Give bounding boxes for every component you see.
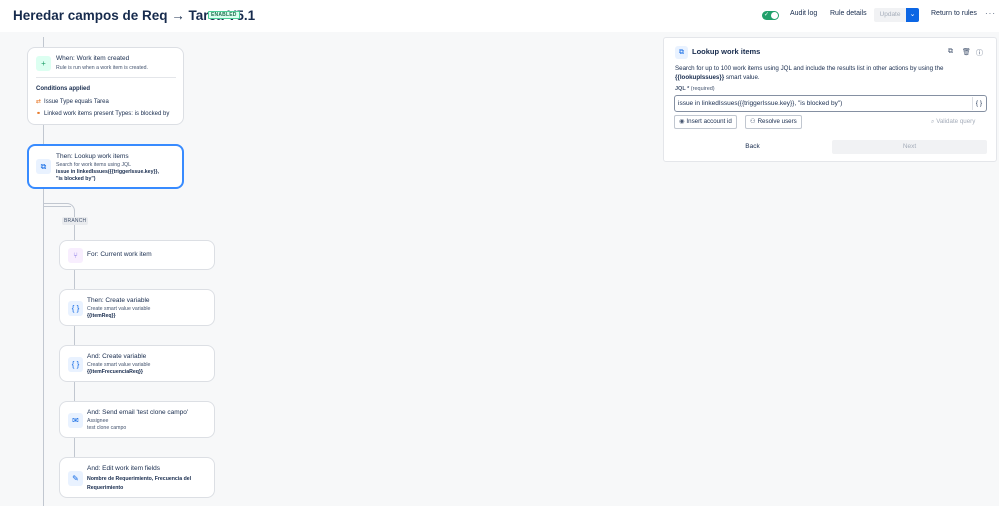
jql-input[interactable]: issue in linkedIssues({{triggerIssue.key… bbox=[674, 95, 987, 112]
braces-icon: { } bbox=[68, 301, 83, 316]
branch-item-title: And: Edit work item fields bbox=[87, 465, 160, 472]
branch-item-variable: {{itemReq}} bbox=[87, 313, 116, 319]
rule-details-button[interactable]: Rule details bbox=[830, 10, 867, 17]
branch-icon: ⑂ bbox=[68, 248, 83, 263]
update-dropdown-button[interactable]: ⌄ bbox=[906, 8, 919, 22]
next-button[interactable]: Next bbox=[832, 140, 987, 154]
resolve-users-button[interactable]: ⚇ Resolve users bbox=[745, 115, 802, 129]
connector-line bbox=[43, 189, 44, 506]
connector-line bbox=[43, 125, 44, 144]
branch-item-title: Then: Create variable bbox=[87, 297, 150, 304]
user-circle-icon: ◉ bbox=[679, 118, 685, 125]
branch-item-detail: test clone campo bbox=[87, 425, 127, 431]
duplicate-icon[interactable]: ⧉ bbox=[948, 48, 953, 56]
rule-enabled-toggle[interactable]: ✓ bbox=[762, 11, 779, 20]
conditions-heading: Conditions applied bbox=[36, 86, 90, 92]
filter-icon: ⇄ bbox=[36, 99, 42, 105]
branch-item-fields: Requerimiento bbox=[87, 485, 124, 491]
help-icon[interactable]: ⓘ bbox=[976, 48, 983, 58]
search-icon: ⌕ bbox=[931, 118, 935, 125]
link-icon: ⚭ bbox=[36, 111, 42, 117]
branch-item-title: And: Create variable bbox=[87, 353, 147, 360]
branch-item-edit-work-item-fields[interactable]: ✎ And: Edit work item fields Nombre de R… bbox=[59, 457, 215, 498]
branch-item-for-current-work-item[interactable]: ⑂ For: Current work item bbox=[59, 240, 215, 270]
trigger-title: When: Work item created bbox=[56, 55, 130, 62]
branch-connector bbox=[74, 382, 75, 401]
smart-value-name: {{lookupIssues}} bbox=[675, 73, 725, 81]
audit-log-button[interactable]: Audit log bbox=[790, 10, 817, 17]
condition-item[interactable]: ⇄ Issue Type equals Tarea bbox=[36, 98, 109, 105]
plus-icon: + bbox=[36, 56, 51, 71]
delete-icon[interactable]: 🗑 bbox=[962, 48, 971, 56]
people-icon: ⚇ bbox=[750, 118, 756, 125]
lookup-title: Then: Lookup work items bbox=[56, 153, 129, 160]
mail-icon: ✉ bbox=[68, 413, 83, 428]
panel-description: Search for up to 100 work items using JQ… bbox=[675, 65, 944, 81]
branch-item-create-variable[interactable]: { } And: Create variable Create smart va… bbox=[59, 345, 215, 382]
branch-connector bbox=[74, 210, 75, 240]
branch-item-send-email[interactable]: ✉ And: Send email 'test clone campo' Ass… bbox=[59, 401, 215, 438]
connector-line bbox=[43, 37, 44, 47]
update-button[interactable]: Update bbox=[874, 8, 906, 22]
back-button[interactable]: Back bbox=[675, 140, 830, 154]
condition-item[interactable]: ⚭ Linked work items present Types: is blo… bbox=[36, 110, 177, 117]
jql-input-value[interactable]: issue in linkedIssues({{triggerIssue.key… bbox=[678, 100, 842, 107]
lookup-icon: ⧉ bbox=[36, 159, 51, 174]
branch-connector bbox=[74, 270, 75, 289]
trigger-card[interactable]: + When: Work item created Rule is run wh… bbox=[27, 47, 184, 125]
top-bar: Heredar campos de Req → Tarea V5.1 ENABL… bbox=[0, 0, 999, 32]
validate-query-button[interactable]: ⌕ Validate query bbox=[931, 118, 975, 126]
branch-item-fields: Nombre de Requerimiento, Frecuencia del bbox=[87, 476, 192, 482]
branch-item-title: And: Send email 'test clone campo' bbox=[87, 409, 189, 416]
divider bbox=[36, 77, 176, 78]
braces-icon: { } bbox=[68, 357, 83, 372]
toggle-knob bbox=[771, 12, 778, 19]
smart-value-braces-icon[interactable]: { } bbox=[972, 97, 985, 110]
jql-field-label: JQL * (required) bbox=[675, 86, 715, 92]
more-actions-icon[interactable]: ··· bbox=[985, 9, 996, 18]
check-icon: ✓ bbox=[764, 12, 770, 18]
branch-curve bbox=[43, 203, 75, 213]
trigger-subtitle: Rule is run when a work item is created. bbox=[56, 65, 148, 71]
branch-item-detail: Assignee bbox=[87, 418, 109, 424]
chevron-down-icon: ⌄ bbox=[909, 11, 916, 18]
branch-connector bbox=[74, 326, 75, 345]
insert-account-id-button[interactable]: ◉ Insert account id bbox=[674, 115, 737, 129]
panel-title: Lookup work items bbox=[692, 47, 761, 56]
lookup-config-panel: ⧉ Lookup work items ⧉ 🗑 ⓘ Search for up … bbox=[663, 37, 997, 162]
lookup-query-line: "is blocked by") bbox=[56, 176, 96, 182]
edit-icon: ✎ bbox=[68, 471, 83, 486]
branch-tag: BRANCH bbox=[62, 217, 89, 225]
branch-item-create-variable[interactable]: { } Then: Create variable Create smart v… bbox=[59, 289, 215, 326]
return-to-rules-button[interactable]: Return to rules bbox=[931, 10, 977, 17]
branch-item-variable: {{itemFrecuenciaReq}} bbox=[87, 369, 143, 375]
lookup-icon: ⧉ bbox=[675, 46, 688, 59]
enabled-status-badge: ENABLED bbox=[208, 11, 240, 19]
lookup-work-items-card[interactable]: ⧉ Then: Lookup work items Search for wor… bbox=[27, 144, 184, 189]
branch-item-title: For: Current work item bbox=[87, 251, 152, 258]
branch-connector bbox=[74, 438, 75, 457]
